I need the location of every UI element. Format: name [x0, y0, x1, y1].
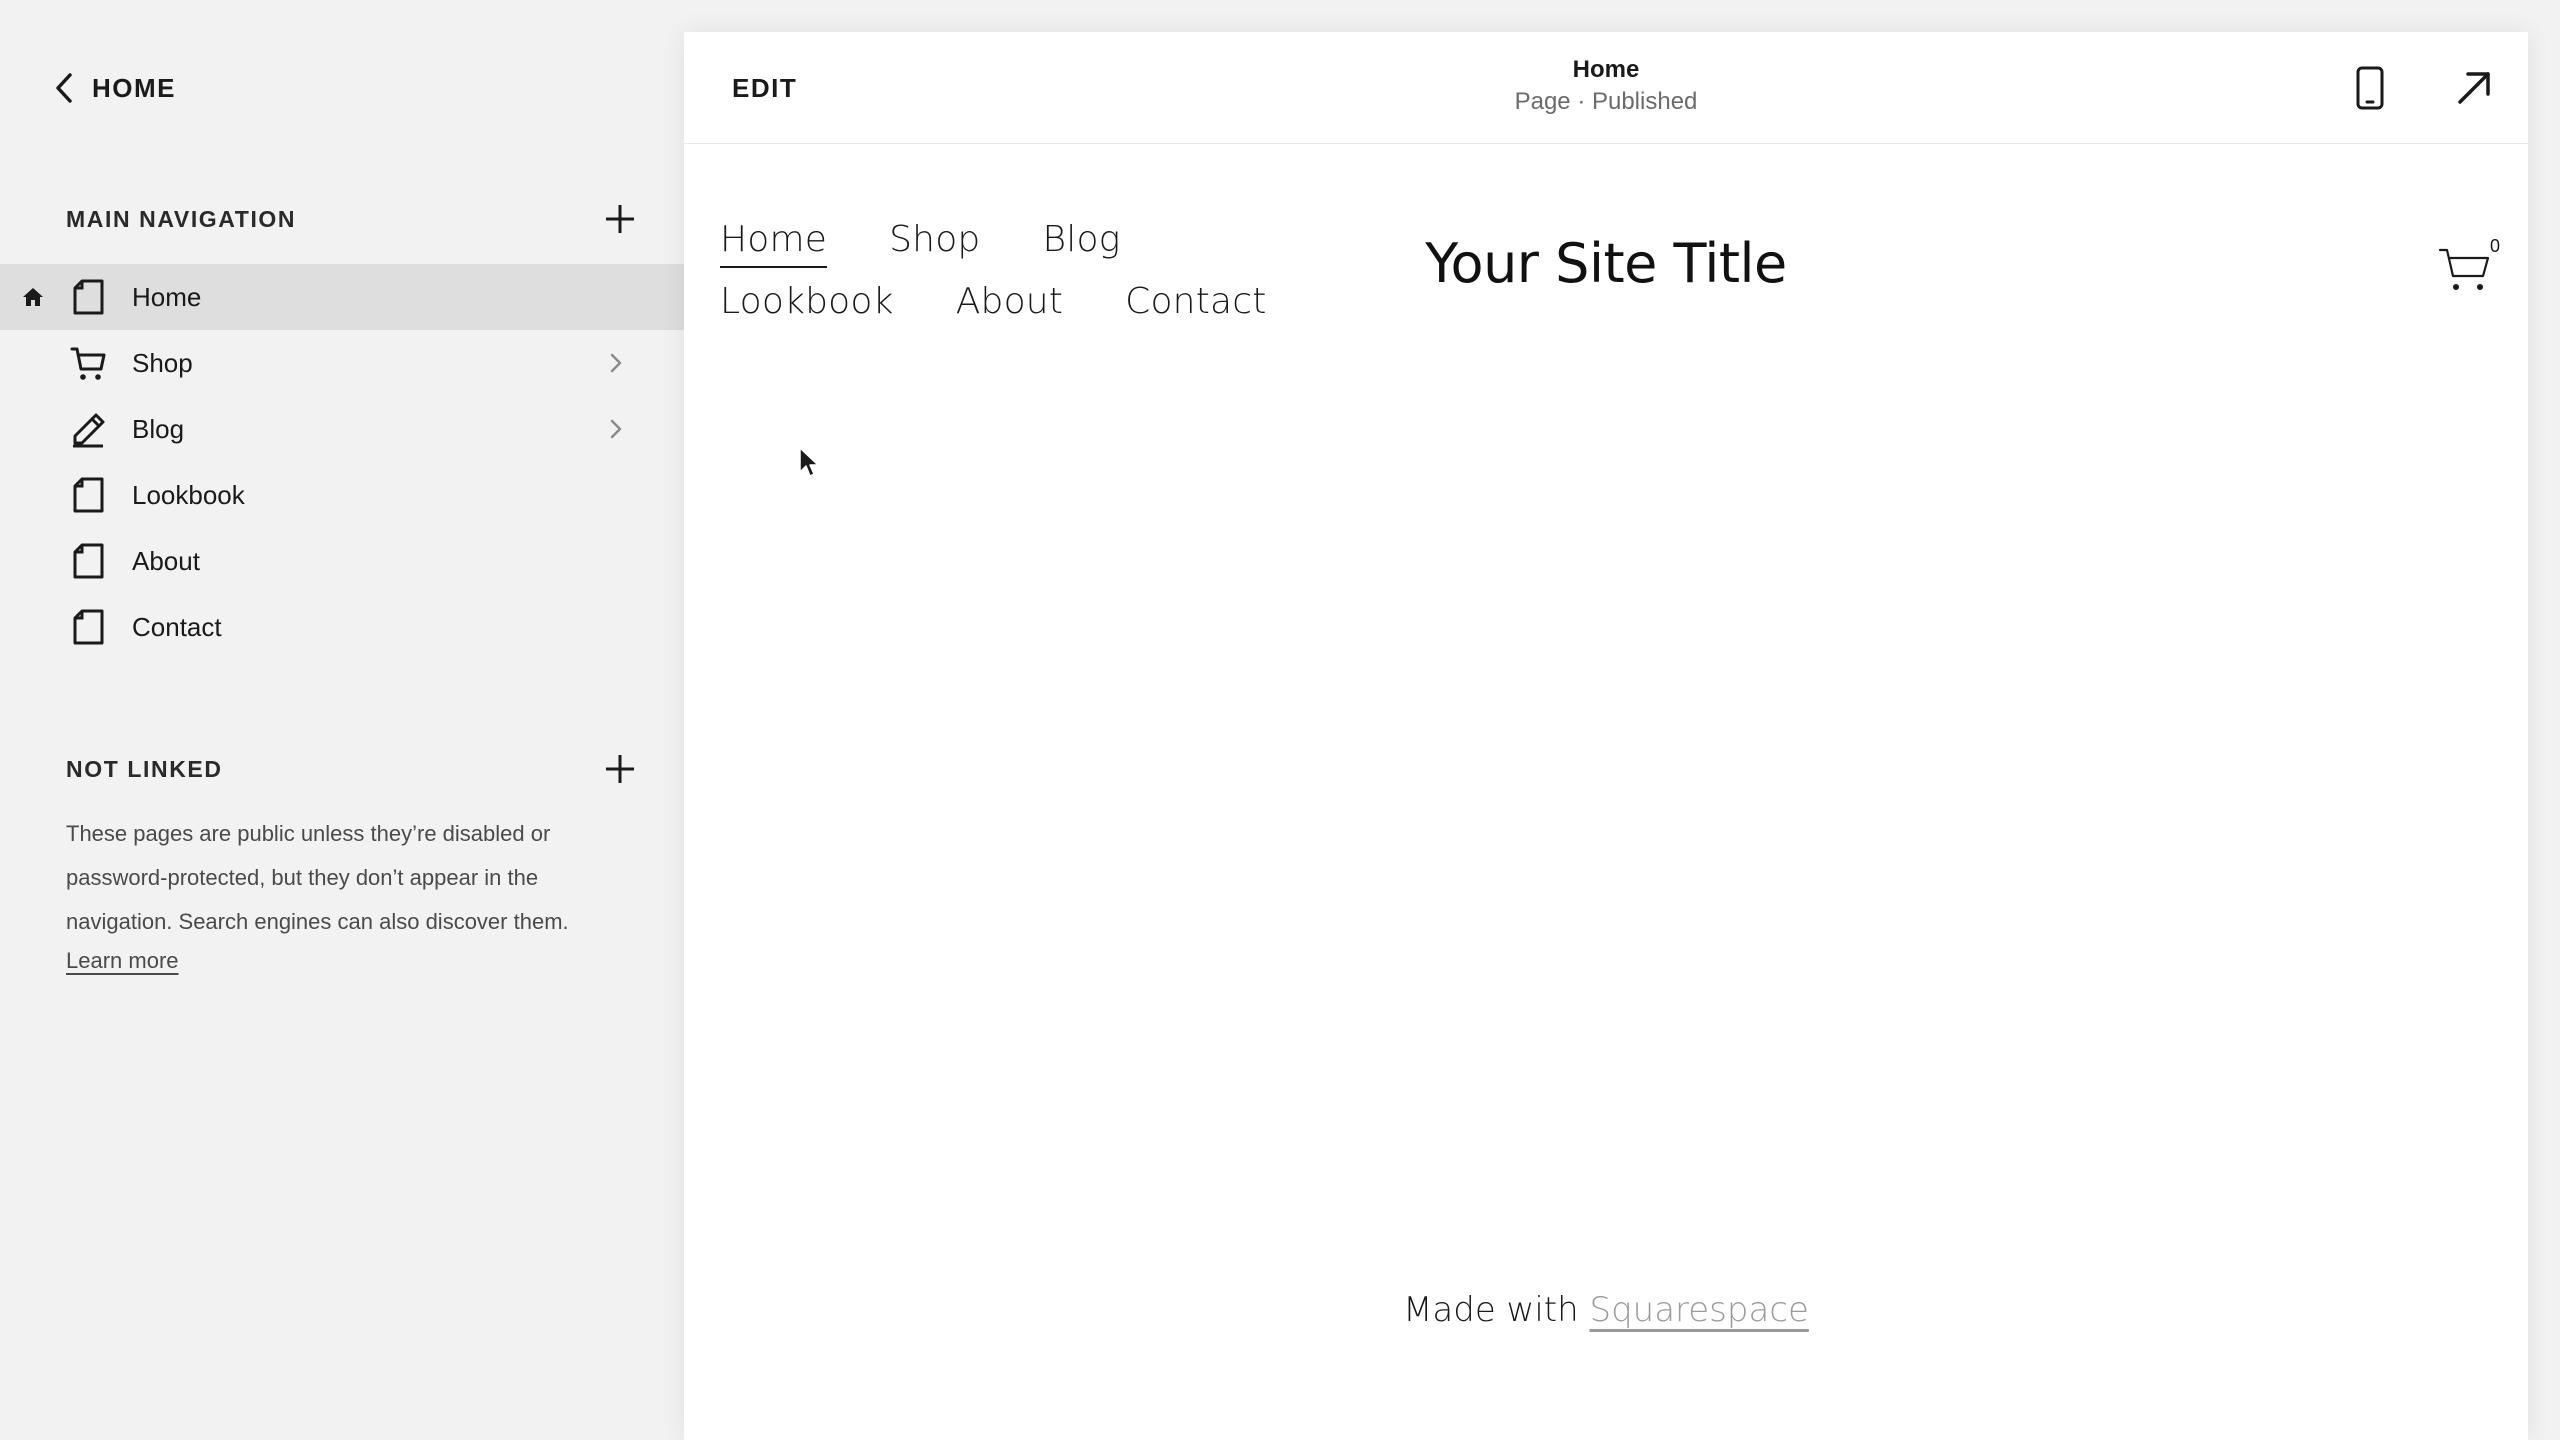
- open-in-new-window-button[interactable]: [2454, 68, 2494, 108]
- site-title[interactable]: Your Site Title: [1406, 232, 1806, 295]
- page-status-block: Home Page · Published: [1306, 54, 1906, 118]
- not-linked-title: NOT LINKED: [66, 755, 223, 782]
- add-main-nav-page-button[interactable]: [598, 197, 642, 241]
- sidebar-item-label: Blog: [132, 413, 185, 444]
- site-nav-link-contact[interactable]: Contact: [1125, 281, 1266, 322]
- learn-more-link[interactable]: Learn more: [66, 948, 179, 974]
- sidebar-item-label: About: [132, 545, 200, 576]
- sidebar-item-lookbook[interactable]: Lookbook: [0, 462, 684, 528]
- cart-icon: [70, 347, 106, 380]
- cart-count-badge: 0: [2490, 236, 2501, 256]
- plus-icon: [606, 755, 634, 783]
- site-nav-link-home[interactable]: Home: [720, 219, 828, 268]
- add-not-linked-page-button[interactable]: [598, 747, 642, 791]
- sidebar-item-label: Contact: [132, 611, 222, 642]
- plus-icon: [606, 205, 634, 233]
- mobile-preview-button[interactable]: [2352, 62, 2388, 114]
- site-nav-link-blog[interactable]: Blog: [1042, 219, 1120, 260]
- mobile-phone-icon: [2356, 66, 2384, 110]
- page-icon: [73, 477, 104, 513]
- sidebar-item-home[interactable]: Home: [0, 264, 684, 330]
- sidebar-item-blog[interactable]: Blog: [0, 396, 684, 462]
- pages-sidebar: HOME MAIN NAVIGATION Home Shop Blog Look…: [0, 0, 684, 1440]
- back-home-label: HOME: [92, 72, 176, 103]
- mouse-pointer-icon: [799, 447, 819, 477]
- footer-squarespace-link[interactable]: Squarespace: [1589, 1290, 1808, 1330]
- site-preview-panel: EDIT Home Page · Published Home Shop Blo…: [684, 32, 2528, 1440]
- sidebar-item-about[interactable]: About: [0, 528, 684, 594]
- back-home-button[interactable]: HOME: [52, 66, 176, 110]
- main-navigation-header: MAIN NAVIGATION: [66, 194, 642, 244]
- main-navigation-title: MAIN NAVIGATION: [66, 205, 297, 232]
- edit-button[interactable]: EDIT: [728, 68, 801, 108]
- sidebar-item-contact[interactable]: Contact: [0, 594, 684, 660]
- app-root: HOME MAIN NAVIGATION Home Shop Blog Look…: [0, 0, 2560, 1440]
- homepage-house-icon: [23, 288, 43, 306]
- site-nav-link-lookbook[interactable]: Lookbook: [720, 281, 894, 322]
- not-linked-description: These pages are public unless they’re di…: [66, 821, 569, 934]
- site-nav-row: Home Shop Blog: [720, 208, 1280, 270]
- site-nav-link-about[interactable]: About: [956, 281, 1063, 322]
- chevron-right-icon[interactable]: [608, 352, 624, 374]
- page-icon: [73, 609, 104, 645]
- footer-made-with: Made with: [1403, 1290, 1590, 1330]
- site-nav-link-shop[interactable]: Shop: [889, 219, 980, 260]
- preview-toolbar: EDIT Home Page · Published: [684, 32, 2528, 144]
- main-navigation-list: Home Shop Blog Lookbook About Contact: [0, 264, 684, 660]
- blog-edit-icon: [73, 413, 105, 448]
- sidebar-item-label: Shop: [132, 347, 193, 378]
- sidebar-item-label: Lookbook: [132, 479, 245, 510]
- page-icon: [73, 279, 104, 315]
- chevron-right-icon[interactable]: [608, 418, 624, 440]
- sidebar-item-label: Home: [132, 281, 202, 312]
- site-nav-row: Lookbook About Contact: [720, 270, 1280, 332]
- page-status: Page · Published: [1514, 88, 1698, 115]
- site-cart-button[interactable]: 0: [2438, 236, 2508, 296]
- arrow-up-right-icon: [2458, 72, 2490, 104]
- not-linked-header: NOT LINKED: [66, 744, 642, 794]
- site-navigation: Home Shop Blog Lookbook About Contact: [720, 208, 1280, 332]
- cart-icon: [2438, 248, 2490, 290]
- page-icon: [73, 543, 104, 579]
- chevron-left-icon: [56, 73, 72, 103]
- sidebar-item-shop[interactable]: Shop: [0, 330, 684, 396]
- site-footer: Made with Squarespace: [684, 1290, 2528, 1330]
- page-title: Home: [1572, 56, 1640, 83]
